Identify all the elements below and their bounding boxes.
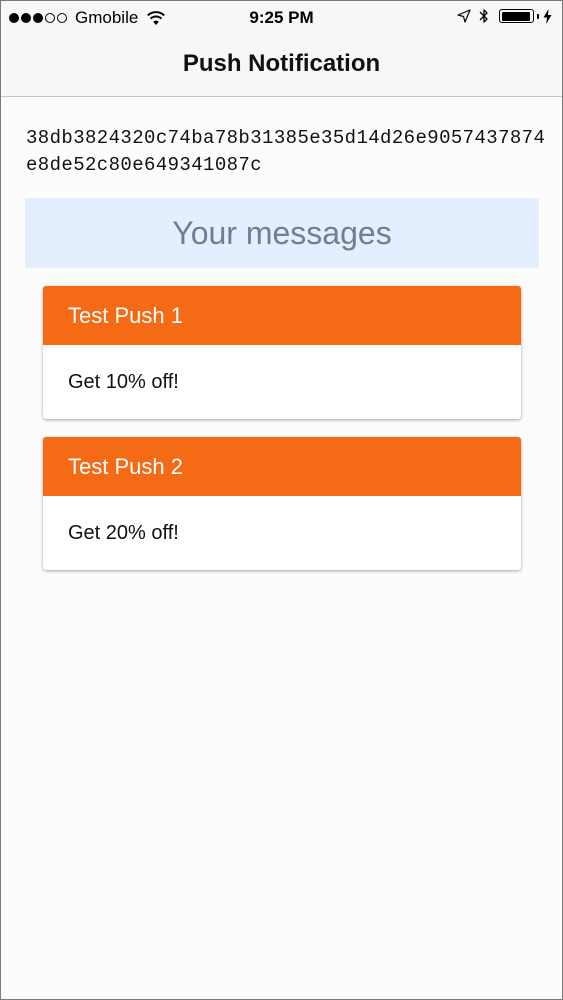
bluetooth-icon xyxy=(479,9,488,23)
message-card-body: Get 20% off! xyxy=(43,496,521,570)
device-token-text: 38db3824320c74ba78b31385e35d14d26e905743… xyxy=(26,127,546,176)
battery-icon xyxy=(499,9,534,23)
status-right xyxy=(457,8,552,24)
battery-nub xyxy=(537,13,539,19)
message-card[interactable]: Test Push 1 Get 10% off! xyxy=(43,286,521,419)
location-arrow-icon xyxy=(457,9,471,23)
message-body: Get 20% off! xyxy=(68,521,179,544)
message-title: Test Push 1 xyxy=(68,302,183,328)
message-card[interactable]: Test Push 2 Get 20% off! xyxy=(43,437,521,570)
message-body: Get 10% off! xyxy=(68,370,179,393)
app-frame: Gmobile 9:25 PM Push Notification 38db38… xyxy=(0,0,563,1000)
messages-title: Your messages xyxy=(172,214,392,251)
message-title: Test Push 2 xyxy=(68,453,183,479)
message-card-header: Test Push 1 xyxy=(43,286,521,345)
navigation-bar: Push Notification xyxy=(1,35,562,97)
message-card-body: Get 10% off! xyxy=(43,345,521,419)
status-bar: Gmobile 9:25 PM xyxy=(1,1,562,35)
page-title: Push Notification xyxy=(182,50,381,77)
battery-level xyxy=(501,11,531,21)
messages-header: Your messages xyxy=(25,198,539,268)
message-card-header: Test Push 2 xyxy=(43,437,521,496)
charging-bolt-icon xyxy=(543,8,552,24)
